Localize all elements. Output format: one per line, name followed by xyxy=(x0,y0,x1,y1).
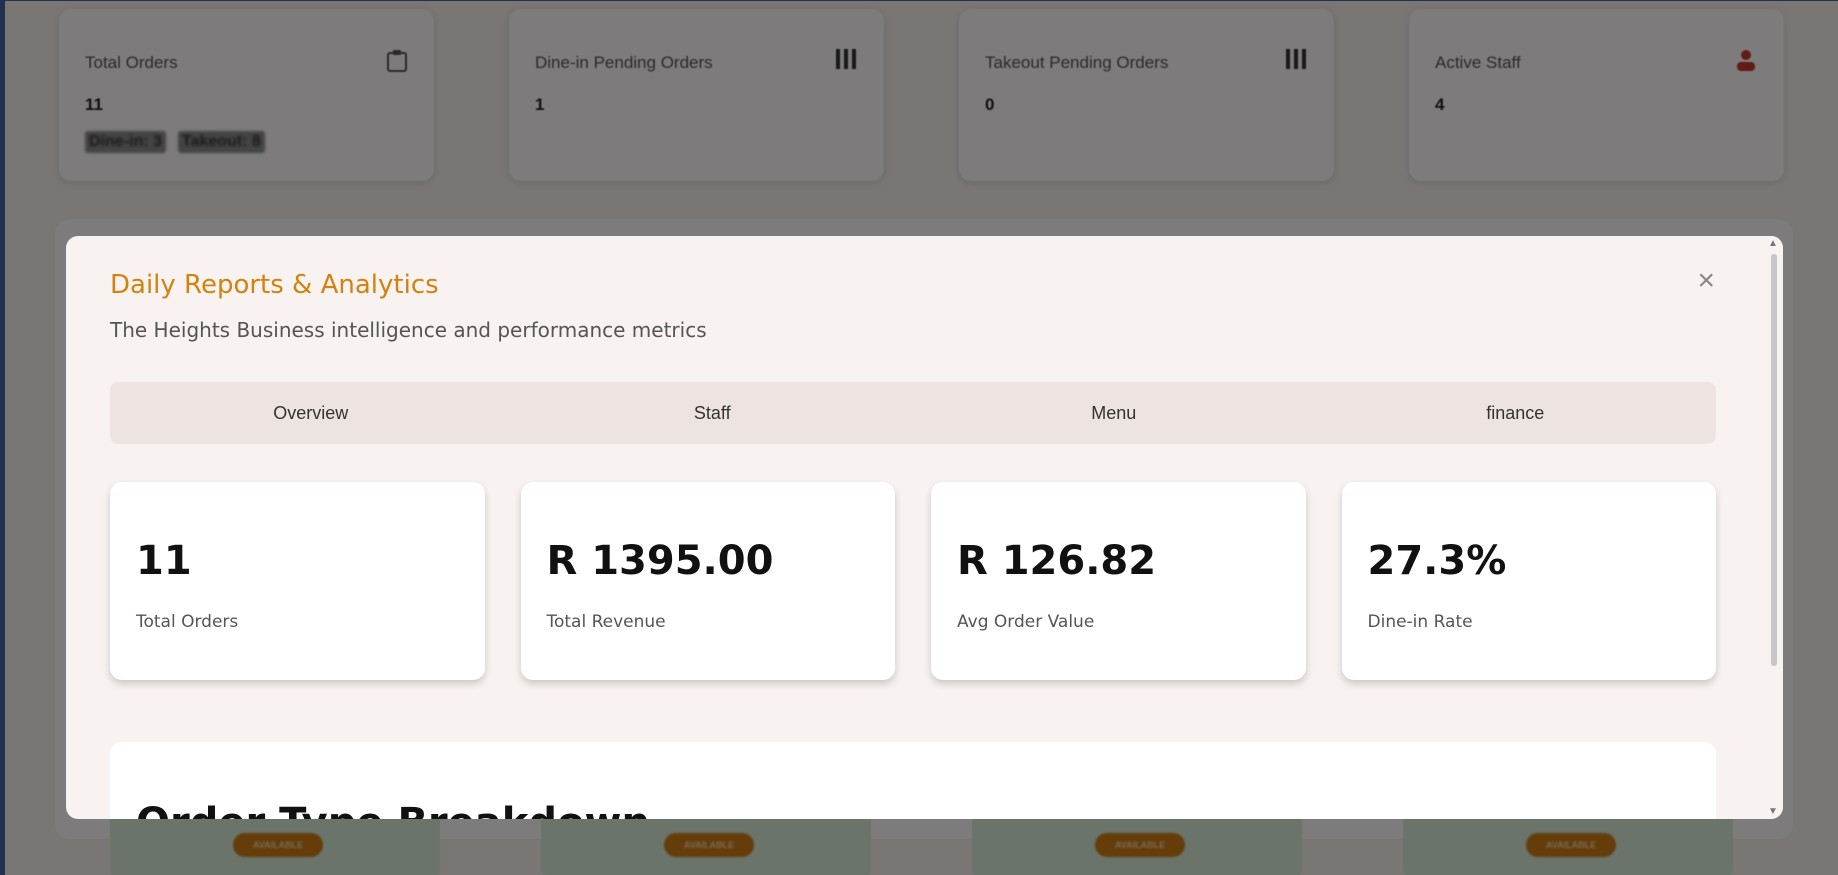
modal-scrollbar[interactable]: ▲ ▼ xyxy=(1765,236,1783,819)
metric-label: Total Revenue xyxy=(546,612,666,632)
tab-finance[interactable]: finance xyxy=(1315,382,1717,444)
tab-staff[interactable]: Staff xyxy=(512,382,914,444)
metric-value: 11 xyxy=(136,538,192,584)
report-tabs: Overview Staff Menu finance xyxy=(110,382,1716,444)
reports-modal: Daily Reports & Analytics The Heights Bu… xyxy=(66,236,1783,819)
scroll-up-icon[interactable]: ▲ xyxy=(1768,238,1778,249)
modal-title: Daily Reports & Analytics xyxy=(110,270,439,300)
metric-card-total-revenue: R 1395.00 Total Revenue xyxy=(520,482,895,680)
metric-card-avg-order-value: R 126.82 Avg Order Value xyxy=(931,482,1306,680)
metric-label: Avg Order Value xyxy=(957,612,1095,632)
metric-label: Total Orders xyxy=(136,612,239,632)
metric-card-dine-in-rate: 27.3% Dine-in Rate xyxy=(1341,482,1716,680)
metric-label: Dine-in Rate xyxy=(1367,612,1473,632)
tab-menu[interactable]: Menu xyxy=(913,382,1315,444)
close-button[interactable]: × xyxy=(1697,266,1715,296)
metric-value: R 126.82 xyxy=(957,538,1157,584)
tab-overview[interactable]: Overview xyxy=(110,382,512,444)
metric-value: 27.3% xyxy=(1367,538,1507,584)
modal-subtitle: The Heights Business intelligence and pe… xyxy=(110,318,707,342)
order-type-breakdown-card: Order Type Breakdown xyxy=(110,742,1716,819)
scroll-down-icon[interactable]: ▼ xyxy=(1768,806,1778,817)
metrics-row: 11 Total Orders R 1395.00 Total Revenue … xyxy=(110,482,1716,680)
modal-content: Daily Reports & Analytics The Heights Bu… xyxy=(66,236,1765,819)
section-title: Order Type Breakdown xyxy=(136,800,1690,819)
metric-card-total-orders: 11 Total Orders xyxy=(110,482,485,680)
scrollbar-thumb[interactable] xyxy=(1771,254,1777,666)
metric-value: R 1395.00 xyxy=(546,538,774,584)
